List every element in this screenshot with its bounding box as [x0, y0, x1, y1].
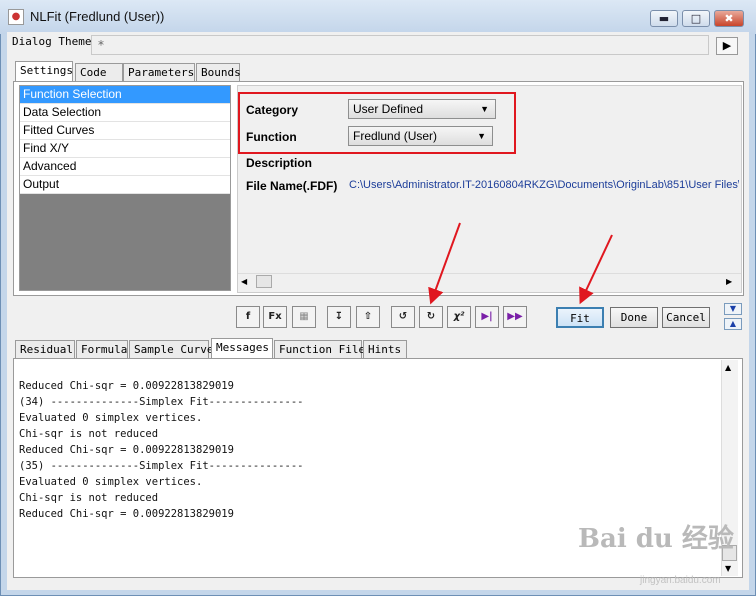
message-line: (34) --------------Simplex Fit----------…: [19, 396, 304, 408]
category-value: User Defined: [353, 102, 424, 116]
category-label: Category: [246, 103, 299, 117]
reset-icon[interactable]: ↺: [391, 306, 415, 328]
tab-messages[interactable]: Messages: [211, 338, 273, 358]
collapse-down-icon[interactable]: ▼: [724, 303, 742, 315]
message-line: Evaluated 0 simplex vertices.: [19, 476, 203, 488]
tab-settings[interactable]: Settings: [15, 61, 73, 81]
message-line: Reduced Chi-sqr = 0.00922813829019: [19, 444, 234, 456]
maximize-icon: □: [690, 12, 702, 25]
function-label: Function: [246, 130, 297, 144]
function-dropdown[interactable]: Fredlund (User) ▼: [348, 126, 493, 146]
scroll-right-icon[interactable]: ▶: [726, 277, 732, 286]
tab-code[interactable]: Code: [75, 63, 123, 81]
message-line: Reduced Chi-sqr = 0.00922813829019: [19, 380, 234, 392]
dialog-theme-label: Dialog Theme: [12, 35, 92, 48]
minimize-button[interactable]: ▬: [650, 10, 678, 27]
tab-sample-curve[interactable]: Sample Curve: [129, 340, 213, 358]
cancel-button[interactable]: Cancel: [662, 307, 710, 328]
category-dropdown[interactable]: User Defined ▼: [348, 99, 496, 119]
tab-hints[interactable]: Hints: [363, 340, 407, 358]
dropdown-arrow-icon: ▼: [477, 131, 486, 141]
tab-bounds[interactable]: Bounds: [196, 63, 241, 81]
list-item-data-selection[interactable]: Data Selection: [20, 104, 230, 122]
description-label: Description: [246, 156, 313, 170]
list-item-function-selection[interactable]: Function Selection: [20, 86, 230, 104]
list-item-fitted-curves[interactable]: Fitted Curves: [20, 122, 230, 140]
save-icon[interactable]: ▦: [292, 306, 316, 328]
watermark-logo: Bai du 经验: [578, 524, 734, 554]
annotation-arrows: [428, 222, 613, 305]
scroll-down-icon[interactable]: ▼: [725, 564, 731, 573]
list-item-advanced[interactable]: Advanced: [20, 158, 230, 176]
message-line: Chi-sqr is not reduced: [19, 428, 159, 440]
tab-residual[interactable]: Residual: [15, 340, 75, 358]
message-line: (35) --------------Simplex Fit----------…: [19, 460, 304, 472]
function-builder-icon[interactable]: Fx: [263, 306, 287, 328]
theme-menu-button[interactable]: ▶: [716, 37, 738, 55]
maximize-button[interactable]: □: [682, 10, 710, 27]
file-path-link[interactable]: C:\Users\Administrator.IT-20160804RKZG\D…: [349, 179, 739, 191]
expand-up-icon[interactable]: ▲: [724, 318, 742, 330]
minimize-icon: ▬: [658, 12, 670, 25]
close-button[interactable]: ✖: [714, 10, 744, 27]
dropdown-arrow-icon: ▼: [480, 104, 489, 114]
tab-formula[interactable]: Formula: [76, 340, 128, 358]
app-icon: ●: [8, 9, 24, 25]
watermark-url: jingyan.baidu.com: [640, 575, 721, 586]
tab-parameters[interactable]: Parameters: [123, 63, 195, 81]
list-item-output[interactable]: Output: [20, 176, 230, 194]
parameters-up-icon[interactable]: ⇧: [356, 306, 380, 328]
function-value: Fredlund (User): [353, 129, 438, 143]
done-button[interactable]: Done: [610, 307, 658, 328]
play-arrow-icon: ▶: [722, 39, 732, 52]
scroll-up-icon[interactable]: ▲: [725, 363, 731, 372]
message-line: Chi-sqr is not reduced: [19, 492, 159, 504]
window-title: NLFit (Fredlund (User)): [30, 9, 165, 24]
sort-icon[interactable]: ↧: [327, 306, 351, 328]
scroll-left-icon[interactable]: ◀: [241, 277, 247, 286]
tab-function-file[interactable]: Function File: [274, 340, 365, 358]
dialog-theme-field[interactable]: *: [91, 35, 709, 55]
file-name-label: File Name(.FDF): [246, 179, 338, 193]
fit-button[interactable]: Fit: [556, 307, 604, 328]
fit-operation-icon[interactable]: f: [236, 306, 260, 328]
message-line: Evaluated 0 simplex vertices.: [19, 412, 203, 424]
list-item-find-xy[interactable]: Find X/Y: [20, 140, 230, 158]
close-icon: ✖: [724, 12, 734, 25]
scroll-thumb[interactable]: [256, 275, 272, 288]
